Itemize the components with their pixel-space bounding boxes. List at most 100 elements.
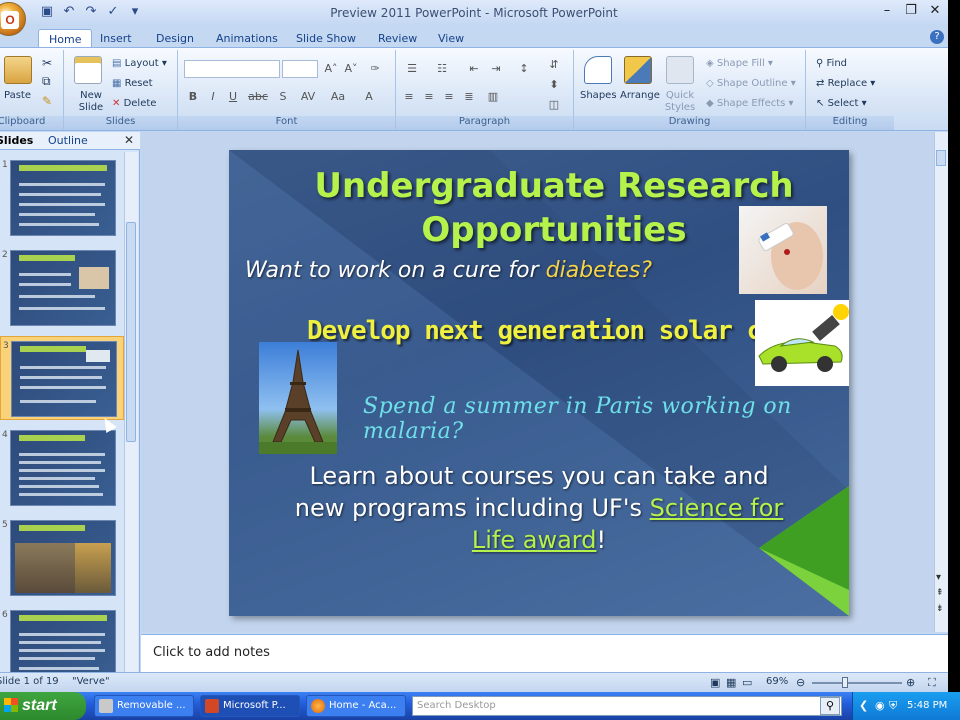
tab-animations[interactable]: Animations xyxy=(206,29,288,48)
panel-scroll-thumb[interactable] xyxy=(126,222,136,442)
zoom-slider[interactable] xyxy=(812,682,902,684)
glucose-test-photo[interactable] xyxy=(739,206,827,294)
normal-view-icon[interactable]: ▣ xyxy=(710,676,720,689)
arrange-icon[interactable] xyxy=(624,56,652,84)
slide-show-icon[interactable]: ▭ xyxy=(742,676,752,689)
clock[interactable]: 5:48 PM xyxy=(907,700,947,711)
scroll-down-icon[interactable]: ▾ xyxy=(936,572,941,583)
replace-button[interactable]: ⇄ Replace ▾ xyxy=(816,78,875,89)
change-case-icon[interactable]: Aa xyxy=(326,88,350,106)
next-slide-icon[interactable]: ⇟ xyxy=(936,604,944,614)
panel-close-icon[interactable]: ✕ xyxy=(124,133,134,147)
line-spacing-icon[interactable]: ↕ xyxy=(512,60,536,78)
shape-effects-button[interactable]: ◆ Shape Effects ▾ xyxy=(706,98,794,109)
tab-design[interactable]: Design xyxy=(146,29,204,48)
new-slide-button[interactable]: New Slide xyxy=(74,90,108,114)
align-left-icon[interactable]: ≡ xyxy=(400,88,418,106)
paste-icon[interactable] xyxy=(4,56,32,84)
taskbar-item-removable[interactable]: Removable ... xyxy=(94,695,194,717)
char-spacing-icon[interactable]: AV xyxy=(296,88,320,106)
editor-scroll-thumb[interactable] xyxy=(936,150,946,166)
numbering-icon[interactable]: ☷ xyxy=(430,60,454,78)
start-button[interactable]: start xyxy=(0,692,86,720)
decrease-indent-icon[interactable]: ⇤ xyxy=(464,60,484,78)
tab-insert[interactable]: Insert xyxy=(90,29,142,48)
slide-sorter-icon[interactable]: ▦ xyxy=(726,676,736,689)
text-direction-icon[interactable]: ⇵ xyxy=(542,56,566,74)
slide-thumbnail[interactable]: 1 xyxy=(0,156,124,240)
editor-scrollbar[interactable]: ▾ ⇞ ⇟ xyxy=(934,132,948,632)
cut-icon[interactable]: ✂ xyxy=(42,56,52,70)
tab-review[interactable]: Review xyxy=(368,29,427,48)
tab-view[interactable]: View xyxy=(428,29,474,48)
fit-to-window-icon[interactable]: ⛶ xyxy=(928,676,936,690)
select-button[interactable]: ↖ Select ▾ xyxy=(816,98,867,109)
columns-icon[interactable]: ▥ xyxy=(484,88,502,106)
reset-button[interactable]: ▦ Reset xyxy=(112,78,153,89)
tray-arrow-icon[interactable]: ❮ xyxy=(859,699,868,712)
bullet-diabetes[interactable]: Want to work on a cure for diabetes? xyxy=(245,258,652,283)
shadow-icon[interactable]: S xyxy=(274,88,292,106)
tab-slides[interactable]: Slides xyxy=(0,134,33,147)
arrange-button[interactable]: Arrange xyxy=(620,90,660,101)
font-name-box[interactable] xyxy=(184,60,280,78)
clear-formatting-icon[interactable]: ✑ xyxy=(366,60,384,78)
font-color-icon[interactable]: A xyxy=(360,88,378,106)
align-center-icon[interactable]: ≡ xyxy=(420,88,438,106)
smartart-icon[interactable]: ◫ xyxy=(542,96,566,114)
layout-button[interactable]: ▤ Layout ▾ xyxy=(112,58,167,69)
shape-outline-button[interactable]: ◇ Shape Outline ▾ xyxy=(706,78,796,89)
safety-icon[interactable]: ⛨ xyxy=(889,699,897,713)
new-slide-icon[interactable] xyxy=(74,56,102,84)
science-for-life-link[interactable]: Science for xyxy=(650,494,784,522)
taskbar-item-browser[interactable]: Home - Aca... xyxy=(306,695,406,717)
copy-icon[interactable]: ⧉ xyxy=(42,74,51,89)
notes-pane[interactable]: Click to add notes xyxy=(141,634,948,672)
quick-styles-button[interactable]: Quick Styles xyxy=(664,90,696,114)
quick-styles-icon[interactable] xyxy=(666,56,694,84)
shape-fill-button[interactable]: ◈ Shape Fill ▾ xyxy=(706,58,773,69)
justify-icon[interactable]: ≣ xyxy=(460,88,478,106)
tab-home[interactable]: Home xyxy=(38,29,93,48)
shapes-icon[interactable] xyxy=(584,56,612,84)
font-size-box[interactable] xyxy=(282,60,318,78)
align-text-icon[interactable]: ⬍ xyxy=(542,76,566,94)
current-slide[interactable]: Undergraduate Research Opportunities Wan… xyxy=(229,150,849,616)
italic-icon[interactable]: I xyxy=(204,88,222,106)
slide-thumbnail[interactable]: 2 xyxy=(0,246,124,330)
desktop-search-input[interactable]: Search Desktop xyxy=(412,696,842,716)
help-icon[interactable]: ? xyxy=(930,30,944,44)
shapes-button[interactable]: Shapes xyxy=(580,90,617,101)
tab-slide-show[interactable]: Slide Show xyxy=(286,29,366,48)
delete-button[interactable]: ✕ Delete xyxy=(112,98,156,109)
zoom-out-icon[interactable]: ⊖ xyxy=(796,676,805,689)
previous-slide-icon[interactable]: ⇞ xyxy=(936,588,944,598)
slide-thumbnail-selected[interactable]: 3 xyxy=(0,336,124,420)
increase-indent-icon[interactable]: ⇥ xyxy=(486,60,506,78)
bullet-courses[interactable]: Learn about courses you can take and new… xyxy=(249,460,829,556)
minimize-button[interactable]: – xyxy=(878,3,896,19)
zoom-in-icon[interactable]: ⊕ xyxy=(906,676,915,689)
taskbar-item-powerpoint[interactable]: Microsoft P... xyxy=(200,695,300,717)
shrink-font-icon[interactable]: A˅ xyxy=(342,60,360,78)
tab-outline[interactable]: Outline xyxy=(48,134,88,147)
bold-icon[interactable]: B xyxy=(184,88,202,106)
format-painter-icon[interactable]: ✎ xyxy=(42,94,52,108)
life-award-link[interactable]: Life award xyxy=(472,526,597,554)
grow-font-icon[interactable]: A˄ xyxy=(322,60,340,78)
zoom-level[interactable]: 69% xyxy=(766,676,788,687)
eiffel-tower-photo[interactable] xyxy=(259,342,337,454)
strikethrough-icon[interactable]: abc xyxy=(246,88,270,106)
solar-car-image[interactable] xyxy=(755,300,849,386)
bullets-icon[interactable]: ☰ xyxy=(400,60,424,78)
slide-thumbnail[interactable]: 5 xyxy=(0,516,124,600)
find-button[interactable]: ⚲ Find xyxy=(816,58,847,69)
search-icon[interactable]: ⚲ xyxy=(820,697,840,715)
align-right-icon[interactable]: ≡ xyxy=(440,88,458,106)
bullet-paris[interactable]: Spend a summer in Paris working on malar… xyxy=(363,394,849,444)
paste-button[interactable]: Paste xyxy=(4,90,31,101)
close-button[interactable]: ✕ xyxy=(926,3,944,19)
slide-thumbnail[interactable]: 4 xyxy=(0,426,124,510)
restore-button[interactable]: ❐ xyxy=(902,3,920,19)
network-icon[interactable]: ◉ xyxy=(875,699,885,712)
